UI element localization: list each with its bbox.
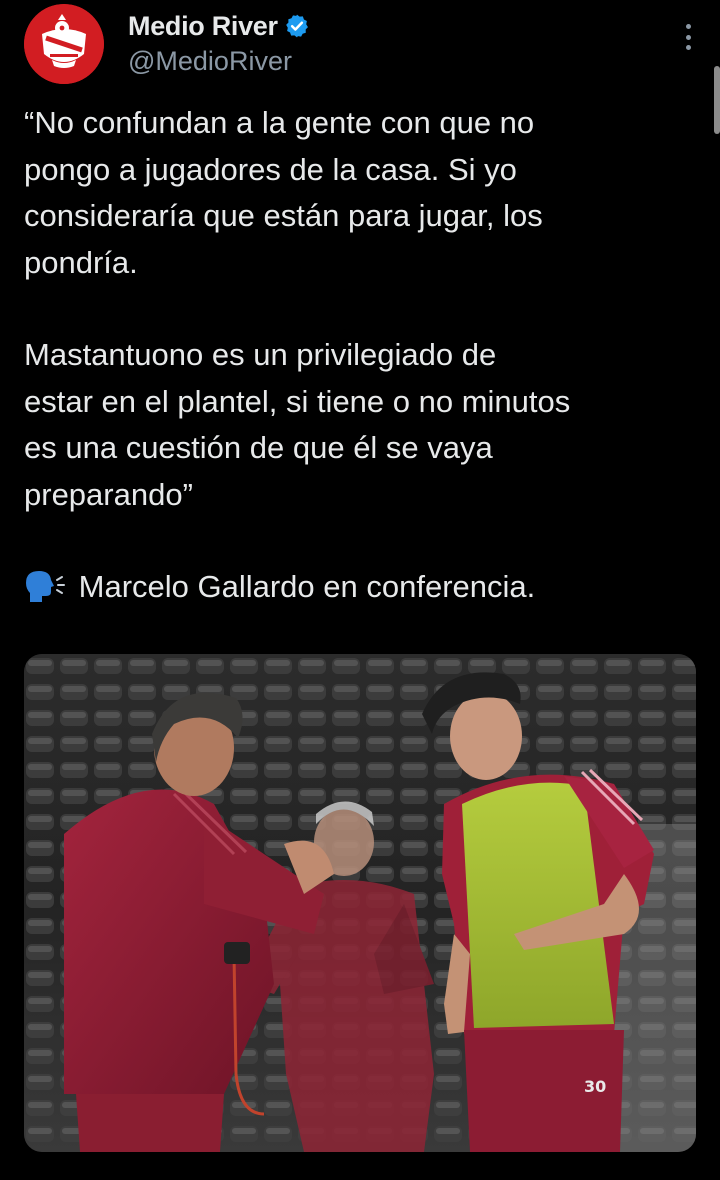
text-line: “No confundan a la gente con que no: [24, 105, 535, 140]
avatar-logo-icon: [24, 4, 104, 84]
text-line: estar en el plantel, si tiene o no minut…: [24, 383, 571, 419]
attribution-text: Marcelo Gallardo en conferencia.: [78, 569, 536, 604]
more-dot-icon: [685, 34, 691, 40]
handle[interactable]: @MedioRiver: [128, 46, 310, 77]
more-options-button[interactable]: [674, 20, 702, 54]
tweet-photo[interactable]: 30: [24, 654, 696, 1152]
verified-badge-icon: [285, 14, 308, 38]
name-row: Medio River: [128, 8, 310, 44]
text-line: es una cuestión de que él se vaya: [24, 430, 493, 465]
more-dot-icon: [685, 24, 691, 29]
author-meta: Medio River @MedioRiver: [128, 8, 310, 77]
attribution-line: Marcelo Gallardo en conferencia.: [24, 564, 696, 611]
more-dot-icon: [685, 45, 691, 50]
tweet-text: “No confundan a la gente con que no pong…: [24, 100, 696, 611]
text-line: Mastantuono es un privilegiado de: [24, 337, 497, 372]
display-name[interactable]: Medio River: [128, 11, 278, 42]
text-line: pongo a jugadores de la casa. Si yo: [24, 151, 517, 187]
photo-image: 30: [24, 654, 696, 1152]
scrollbar[interactable]: [714, 66, 720, 134]
text-line: consideraría que están para jugar, los: [24, 198, 543, 233]
shirt-number: 30: [584, 1077, 606, 1096]
tweet-header: Medio River @MedioRiver: [24, 4, 696, 88]
text-line: preparando”: [24, 476, 193, 512]
avatar[interactable]: [24, 4, 104, 84]
speaking-head-icon: [26, 571, 65, 602]
text-line: pondría.: [24, 244, 138, 280]
